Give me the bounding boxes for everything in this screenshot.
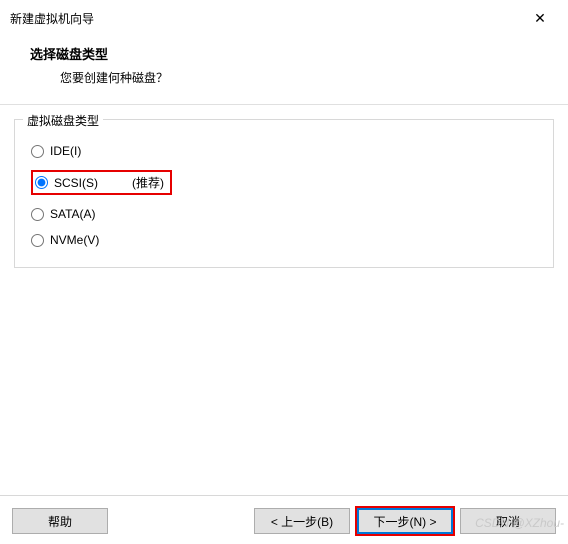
radio-nvme-input[interactable] bbox=[31, 234, 44, 247]
radio-sata[interactable]: SATA(A) bbox=[29, 201, 539, 227]
page-subtitle: 您要创建何种磁盘？ bbox=[30, 69, 568, 86]
next-button[interactable]: 下一步(N) > bbox=[357, 508, 453, 534]
radio-scsi-label: SCSI(S) bbox=[54, 176, 98, 190]
scsi-highlight: SCSI(S) (推荐) bbox=[31, 170, 172, 195]
radio-nvme-label: NVMe(V) bbox=[50, 233, 99, 247]
radio-ide-input[interactable] bbox=[31, 145, 44, 158]
back-button[interactable]: < 上一步(B) bbox=[254, 508, 350, 534]
radio-nvme[interactable]: NVMe(V) bbox=[29, 227, 539, 253]
radio-ide-label: IDE(I) bbox=[50, 144, 81, 158]
radio-ide[interactable]: IDE(I) bbox=[29, 138, 539, 164]
scsi-recommend: (推荐) bbox=[132, 174, 164, 191]
window-title: 新建虚拟机向导 bbox=[10, 10, 94, 27]
radio-sata-label: SATA(A) bbox=[50, 207, 96, 221]
footer-separator bbox=[0, 495, 568, 496]
cancel-button[interactable]: 取消 bbox=[460, 508, 556, 534]
radio-sata-input[interactable] bbox=[31, 208, 44, 221]
disk-type-legend: 虚拟磁盘类型 bbox=[23, 112, 103, 129]
close-icon[interactable]: ✕ bbox=[520, 6, 560, 30]
help-button[interactable]: 帮助 bbox=[12, 508, 108, 534]
page-title: 选择磁盘类型 bbox=[30, 44, 568, 63]
radio-scsi-input[interactable] bbox=[35, 176, 48, 189]
